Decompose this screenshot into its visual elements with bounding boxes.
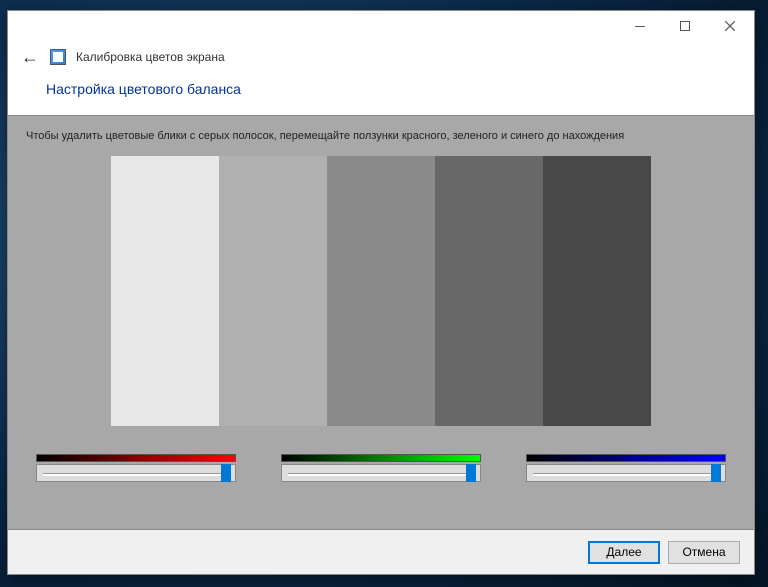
monitor-icon xyxy=(50,49,66,65)
gray-bar-4 xyxy=(435,156,543,426)
gray-bar-5 xyxy=(543,156,651,426)
section-title: Настройка цветового баланса xyxy=(8,73,754,115)
green-gradient-strip xyxy=(281,454,481,462)
red-slider-thumb[interactable] xyxy=(221,464,231,482)
blue-slider-group xyxy=(526,454,726,482)
content-area: Чтобы удалить цветовые блики с серых пол… xyxy=(8,115,754,530)
blue-slider-thumb[interactable] xyxy=(711,464,721,482)
gray-bar-2 xyxy=(219,156,327,426)
green-slider-thumb[interactable] xyxy=(466,464,476,482)
header: ← Калибровка цветов экрана xyxy=(8,41,754,73)
maximize-button[interactable] xyxy=(662,12,707,40)
calibration-window: ← Калибровка цветов экрана Настройка цве… xyxy=(7,10,755,575)
instruction-text: Чтобы удалить цветовые блики с серых пол… xyxy=(26,130,736,142)
blue-slider[interactable] xyxy=(526,464,726,482)
cancel-button[interactable]: Отмена xyxy=(668,541,740,564)
gray-bar-3 xyxy=(327,156,435,426)
titlebar xyxy=(8,11,754,41)
green-slider[interactable] xyxy=(281,464,481,482)
red-slider-group xyxy=(36,454,236,482)
green-slider-group xyxy=(281,454,481,482)
app-title: Калибровка цветов экрана xyxy=(76,50,225,64)
back-arrow-icon[interactable]: ← xyxy=(20,47,40,68)
minimize-button[interactable] xyxy=(617,12,662,40)
close-button[interactable] xyxy=(707,12,752,40)
sliders-row xyxy=(26,454,736,482)
red-slider[interactable] xyxy=(36,464,236,482)
footer: Далее Отмена xyxy=(8,530,754,574)
gray-bars xyxy=(111,156,651,426)
red-gradient-strip xyxy=(36,454,236,462)
next-button[interactable]: Далее xyxy=(588,541,660,564)
gray-bar-1 xyxy=(111,156,219,426)
blue-gradient-strip xyxy=(526,454,726,462)
